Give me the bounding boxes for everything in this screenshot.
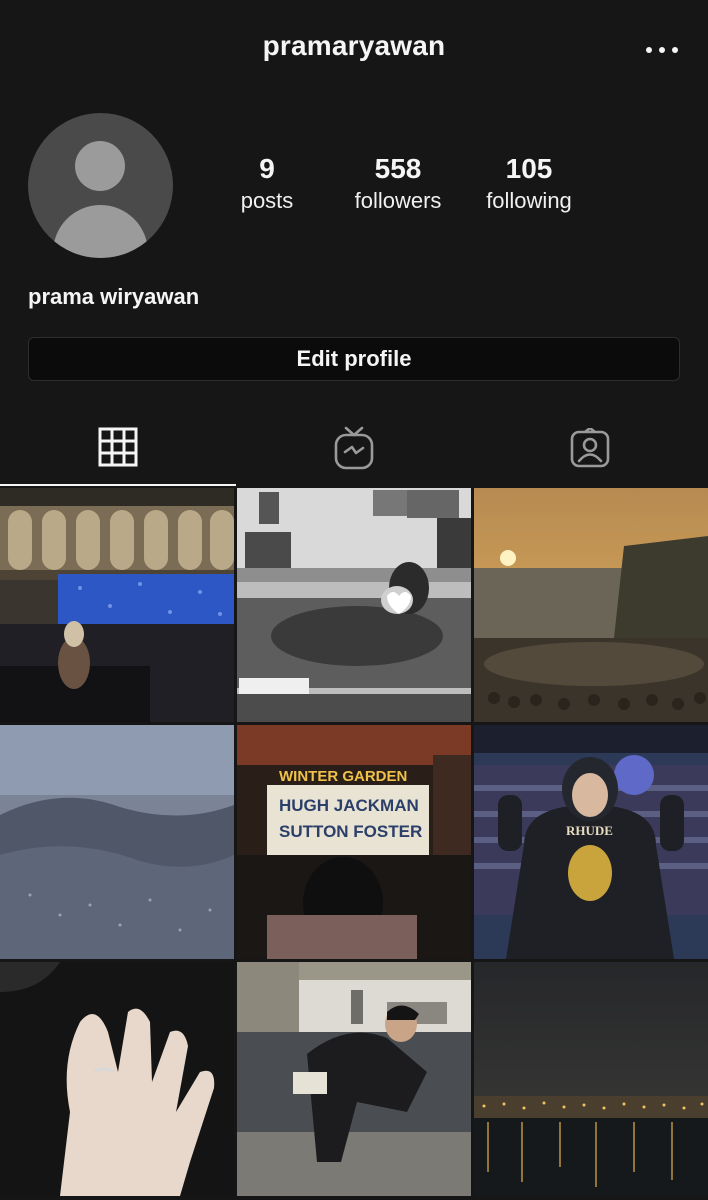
header-username: pramaryawan	[262, 30, 446, 61]
post-hands-ring[interactable]	[0, 962, 234, 1196]
followers-count: 558	[374, 153, 422, 184]
profile-tabs	[0, 410, 708, 486]
followers-label: followers	[354, 188, 442, 213]
avatar[interactable]	[28, 113, 173, 258]
post-winter-garden[interactable]: WINTER GARDEN HUGH JACKMAN SUTTON FOSTER	[237, 725, 471, 959]
following-count: 105	[505, 153, 553, 184]
display-name: prama wiryawan	[28, 284, 200, 309]
more-options-icon[interactable]	[646, 36, 678, 64]
posts-count: 9	[259, 153, 275, 184]
post-museum-hall[interactable]	[0, 488, 234, 722]
grid-icon	[98, 427, 138, 467]
igtv-icon	[334, 426, 374, 470]
post-sunset-cliff[interactable]	[474, 488, 708, 722]
post-arena-hoodie[interactable]: RHUDE	[474, 725, 708, 959]
posts-label: posts	[240, 188, 294, 213]
profile-header: pramaryawan	[0, 0, 708, 100]
post-night-city[interactable]	[474, 962, 708, 1196]
hoodie-text: RHUDE	[566, 823, 613, 838]
stat-posts[interactable]: 9 posts	[197, 152, 337, 216]
edit-profile-button[interactable]: Edit profile	[28, 337, 680, 381]
tab-posts-grid[interactable]	[0, 410, 236, 486]
poster-headline-1: HUGH JACKMAN	[279, 796, 419, 815]
tab-igtv[interactable]	[236, 410, 472, 486]
avatar-head	[75, 141, 125, 191]
following-label: following	[486, 188, 572, 213]
post-couple-bw[interactable]	[237, 488, 471, 722]
post-river-man[interactable]	[237, 962, 471, 1196]
tagged-person-icon	[570, 428, 610, 468]
poster-venue-text: WINTER GARDEN	[279, 768, 407, 785]
avatar-body	[53, 205, 148, 258]
stat-following[interactable]: 105 following	[459, 152, 599, 216]
stat-followers[interactable]: 558 followers	[328, 152, 468, 216]
posts-grid: WINTER GARDEN HUGH JACKMAN SUTTON FOSTER	[0, 488, 708, 1200]
poster-headline-2: SUTTON FOSTER	[279, 822, 422, 841]
post-aerial-hills[interactable]	[0, 725, 234, 959]
tab-tagged[interactable]	[472, 410, 708, 486]
